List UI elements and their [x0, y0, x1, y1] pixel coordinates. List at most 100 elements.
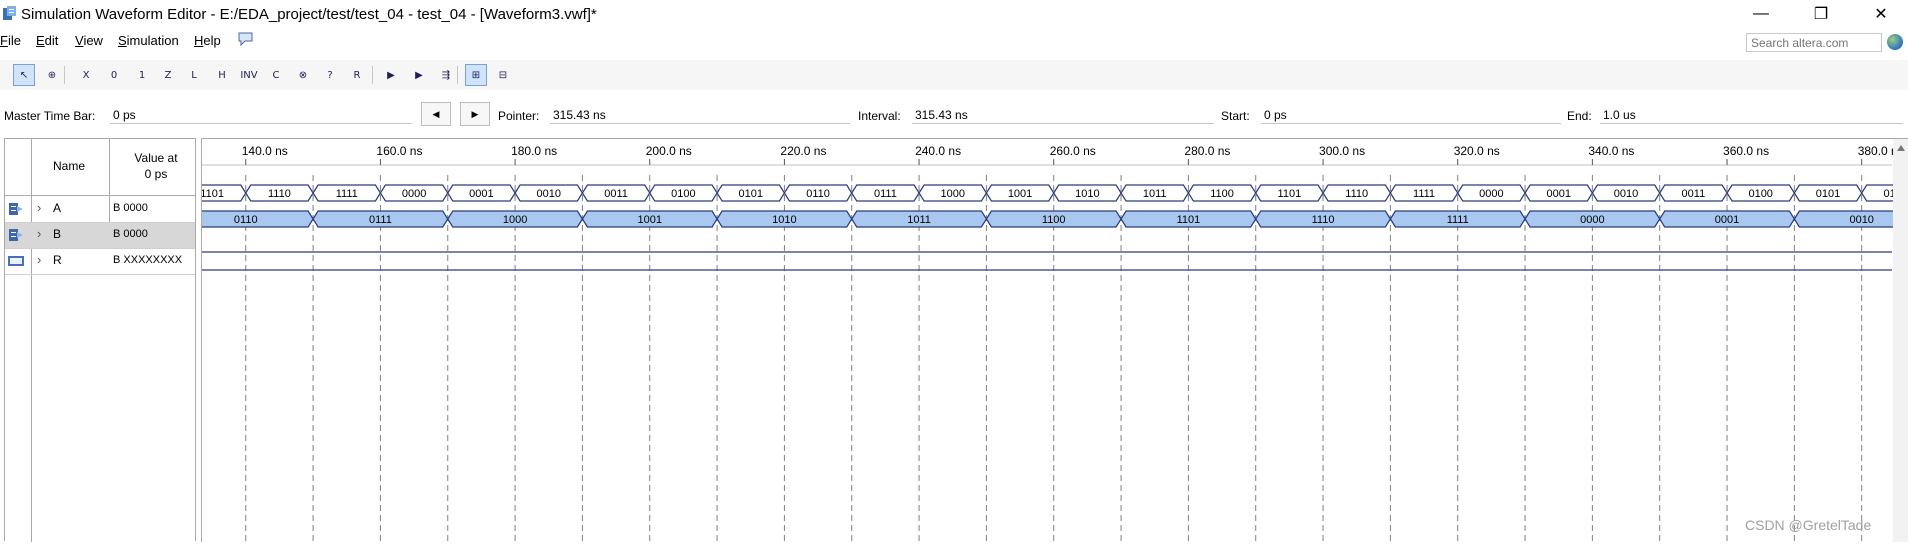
run-timing-simulation-button[interactable]: ▶	[408, 64, 430, 86]
bus-segment-a-value: 0010	[537, 188, 561, 200]
signal-name: A	[53, 201, 62, 215]
signal-row[interactable]: › R B XXXXXXXX	[5, 248, 195, 274]
bus-segment-a-value: 1010	[1075, 188, 1099, 200]
bus-segment-a-value: 1001	[1008, 188, 1032, 200]
maximize-icon: ❐	[1813, 6, 1829, 23]
row-divider	[5, 274, 195, 275]
toolbar-separator	[64, 66, 65, 84]
next-transition-button[interactable]: ▶	[460, 102, 490, 126]
bus-segment-b-value: 0110	[234, 214, 258, 226]
bus-segment-a-value: 1011	[1143, 188, 1167, 200]
overwrite-clock-button[interactable]: ⊗	[292, 64, 314, 86]
menu-edit-label: dit	[44, 33, 59, 48]
arbitrary-value-button[interactable]: ?	[319, 64, 341, 86]
signal-value: B 0000	[113, 202, 148, 214]
ruler-tick-label: 280.0 ns	[1184, 144, 1230, 158]
toolbar-separator	[372, 66, 373, 84]
menu-help[interactable]: Help	[194, 33, 221, 48]
bus-segment-a-value: 1111	[336, 188, 358, 200]
watermark: CSDN @GretelTade	[1745, 517, 1872, 533]
expand-chevron-icon[interactable]: ›	[37, 200, 41, 215]
sort-signals-button[interactable]: ⊟	[492, 64, 514, 86]
random-values-icon: R	[353, 69, 361, 81]
ruler-tick-label: 260.0 ns	[1050, 144, 1096, 158]
force-high-icon: 1	[138, 69, 146, 81]
signal-row[interactable]: › A B 0000	[5, 196, 195, 222]
bus-segment-a-value: 0011	[1682, 188, 1706, 200]
expand-chevron-icon[interactable]: ›	[37, 252, 41, 267]
overwrite-clock-icon: ⊗	[298, 69, 308, 81]
toolbar-separator	[457, 66, 458, 84]
previous-transition-button[interactable]: ◀	[421, 102, 451, 126]
name-column-header[interactable]: Name	[53, 159, 85, 173]
interval-field[interactable]: 315.43 ns	[912, 104, 1214, 124]
snap-to-grid-button[interactable]: ⊞	[465, 64, 487, 86]
bus-segment-b-value: 0111	[369, 214, 392, 226]
globe-icon[interactable]	[1887, 34, 1903, 50]
pointer-field[interactable]: 315.43 ns	[550, 104, 850, 124]
invert-button[interactable]: INV	[238, 64, 260, 86]
bus-segment-a-value: 0011	[604, 188, 628, 200]
selection-tool-button[interactable]: ↖	[13, 64, 35, 86]
minimize-button[interactable]: —	[1738, 0, 1784, 28]
force-unknown-button[interactable]: X	[75, 64, 97, 86]
input-pin-icon	[9, 203, 23, 215]
feedback-icon[interactable]	[238, 32, 253, 46]
force-high-impedance-button[interactable]: Z	[157, 64, 179, 86]
bus-segment-a-value: 0110	[806, 188, 830, 200]
bus-segment-a-value: 1000	[940, 188, 964, 200]
menu-edit[interactable]: Edit	[36, 33, 58, 48]
bus-segment-b-value: 0000	[1580, 214, 1604, 226]
bus-segment-a-value: 0000	[402, 188, 426, 200]
force-unknown-icon: X	[82, 69, 90, 81]
search-input[interactable]	[1746, 33, 1882, 52]
bus-segment-a-value: 0101	[1816, 188, 1840, 200]
force-high-button[interactable]: 1	[131, 64, 153, 86]
ruler-tick-label: 160.0 ns	[376, 144, 422, 158]
ruler-tick-label: 200.0 ns	[646, 144, 692, 158]
menu-help-label: elp	[203, 33, 221, 48]
bus-segment-b-value: 0010	[1849, 214, 1873, 226]
master-time-bar-label: Master Time Bar:	[4, 109, 96, 123]
value-header-line2: 0 ps	[144, 167, 168, 181]
force-weak-high-button[interactable]: H	[211, 64, 233, 86]
maximize-button[interactable]: ❐	[1798, 0, 1844, 28]
zoom-tool-button[interactable]: ⊕	[41, 64, 63, 86]
bus-segment-a-value: 0001	[1546, 188, 1570, 200]
menu-file[interactable]: File	[0, 33, 21, 48]
run-functional-simulation-icon: ▶	[387, 69, 395, 81]
close-button[interactable]: ✕	[1858, 0, 1904, 28]
master-time-bar-field[interactable]: 0 ps	[110, 104, 412, 124]
ruler-tick-label: 180.0 ns	[511, 144, 557, 158]
bus-segment-b-value: 1110	[1312, 214, 1335, 226]
menu-simulation-accel: S	[118, 33, 127, 48]
start-field[interactable]: 0 ps	[1261, 104, 1561, 124]
expand-chevron-icon[interactable]: ›	[37, 226, 41, 241]
bus-segment-a-value: 0111	[874, 188, 897, 200]
force-weak-high-icon: H	[218, 69, 226, 81]
ruler-tick-label: 140.0 ns	[242, 144, 288, 158]
sort-signals-icon: ⊟	[498, 69, 508, 81]
generate-netlist-button[interactable]: ⇶	[435, 64, 457, 86]
bus-segment-a-value: 1110	[268, 188, 291, 200]
count-value-icon: C	[272, 69, 280, 81]
close-icon: ✕	[1874, 6, 1888, 23]
waveform-panel[interactable]: 140.0 ns 160.0 ns 180.0 ns 200.0 ns 220.0 ns…	[177, 138, 1908, 542]
signal-row[interactable]: › B B 0000	[5, 222, 195, 248]
count-value-button[interactable]: C	[265, 64, 287, 86]
force-high-impedance-icon: Z	[164, 69, 172, 81]
signal-list-panel: Name Value at 0 ps › A B 0000 › B B 0000 › R B X…	[4, 138, 197, 542]
end-field[interactable]: 1.0 us	[1600, 104, 1903, 124]
menu-view[interactable]: View	[75, 33, 103, 48]
random-values-button[interactable]: R	[346, 64, 368, 86]
vertical-scrollbar	[1893, 139, 1908, 542]
force-low-button[interactable]: 0	[103, 64, 125, 86]
waveform-canvas[interactable]: 140.0 ns 160.0 ns 180.0 ns 200.0 ns 220.0 ns…	[177, 139, 1908, 542]
force-weak-low-button[interactable]: L	[183, 64, 205, 86]
bus-segment-a-value: 0101	[739, 188, 763, 200]
value-column-header[interactable]: Value at 0 ps	[115, 150, 197, 182]
menu-simulation[interactable]: Simulation	[118, 33, 179, 48]
run-functional-simulation-button[interactable]: ▶	[380, 64, 402, 86]
bus-segment-a-value: 1100	[1210, 188, 1234, 200]
ruler-tick-label: 360.0 ns	[1723, 144, 1769, 158]
